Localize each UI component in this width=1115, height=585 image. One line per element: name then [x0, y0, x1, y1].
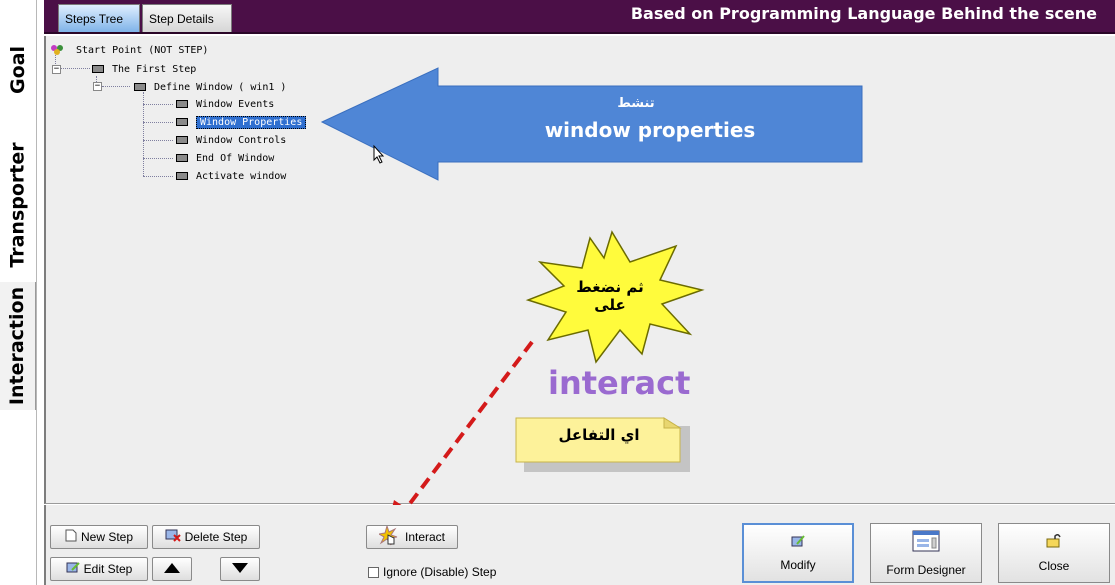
- new-step-icon: [65, 529, 77, 545]
- form-designer-label: Form Designer: [886, 562, 966, 577]
- ignore-step-label: Ignore (Disable) Step: [383, 565, 497, 579]
- burst-line-1: ثم نضغط: [576, 278, 644, 296]
- interact-annotation: interact: [548, 364, 691, 402]
- move-up-button[interactable]: [152, 557, 192, 581]
- delete-step-icon: [165, 529, 181, 545]
- annotation-graphics: [320, 67, 863, 524]
- close-icon: [1046, 533, 1062, 551]
- interact-button[interactable]: Interact: [366, 523, 458, 549]
- delete-step-label: Delete Step: [184, 530, 248, 544]
- modify-icon: [791, 534, 805, 550]
- bottom-toolbar: New Step Delete Step Edit Step Interact …: [44, 505, 1115, 585]
- new-step-label: New Step: [80, 530, 134, 544]
- new-step-button[interactable]: New Step: [50, 525, 148, 549]
- close-label: Close: [1038, 558, 1070, 573]
- modify-label: Modify: [780, 557, 816, 572]
- ignore-step-checkbox-box[interactable]: [368, 566, 379, 578]
- move-down-button[interactable]: [220, 557, 260, 581]
- form-designer-button[interactable]: Form Designer: [870, 523, 982, 583]
- arrow-arabic-text: تنشط: [617, 96, 655, 111]
- form-designer-icon: [912, 530, 940, 555]
- modify-button[interactable]: Modify: [742, 523, 854, 583]
- edit-step-icon: [66, 561, 80, 577]
- ignore-step-checkbox[interactable]: Ignore (Disable) Step: [368, 565, 496, 579]
- note-text: اي التفاعل: [558, 426, 640, 444]
- edit-step-button[interactable]: Edit Step: [50, 557, 148, 581]
- delete-step-button[interactable]: Delete Step: [152, 525, 260, 549]
- burst-line-2: على: [594, 296, 626, 314]
- move-up-icon: [164, 562, 180, 576]
- move-down-icon: [232, 562, 248, 576]
- interact-icon: [377, 523, 401, 549]
- interact-label: Interact: [404, 530, 446, 544]
- close-button[interactable]: Close: [998, 523, 1110, 583]
- red-dashed-arrow-line: [400, 340, 534, 516]
- burst-text: ثم نضغط على: [560, 278, 660, 314]
- edit-step-label: Edit Step: [83, 562, 133, 576]
- arrow-english-text: window properties: [544, 118, 756, 142]
